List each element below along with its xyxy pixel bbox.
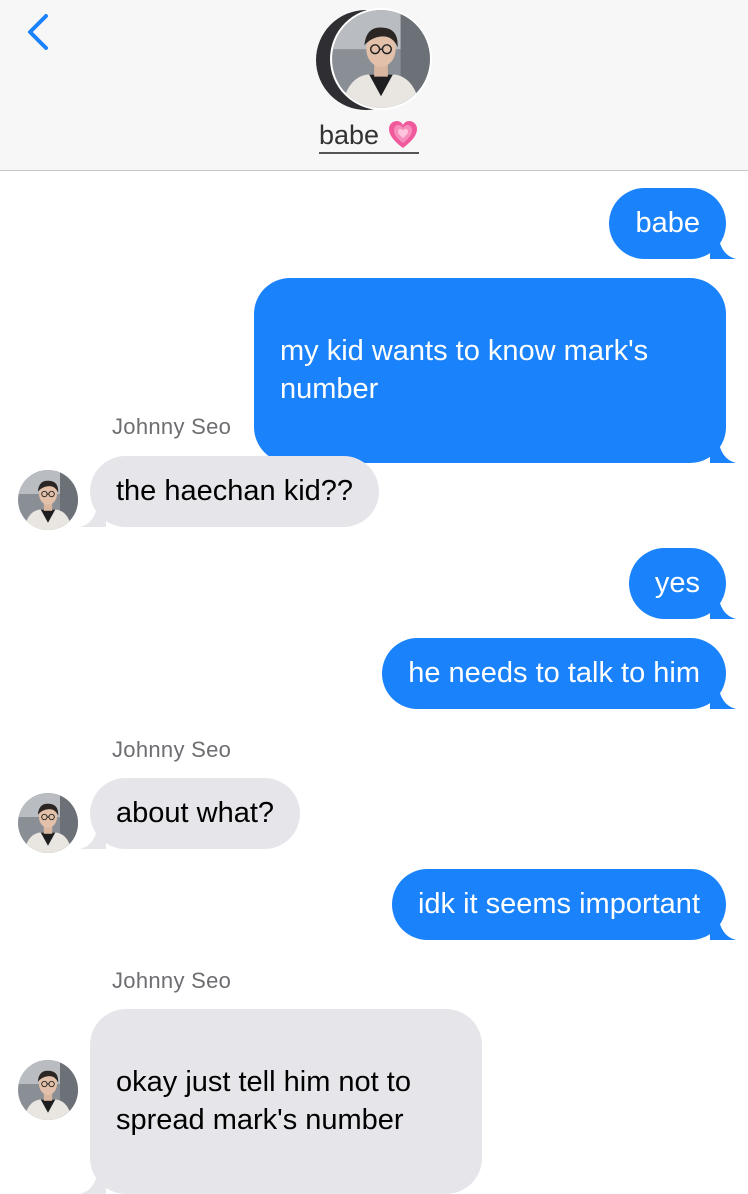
message-text: okay just tell him not to spread mark's … [116, 1066, 411, 1136]
bubble-tail [80, 1168, 106, 1194]
sent-message-bubble[interactable]: he needs to talk to him [382, 638, 736, 709]
conversation-header: babe [0, 0, 748, 171]
chevron-left-icon[interactable] [20, 8, 64, 56]
sent-message-bubble[interactable]: yes [628, 548, 736, 619]
message-text: babe [635, 207, 700, 239]
bubble-tail [710, 683, 736, 709]
received-message-bubble[interactable]: the haechan kid?? [80, 456, 380, 527]
bubble-tail [80, 823, 106, 849]
contact-name-button[interactable]: babe [319, 118, 420, 154]
message-text: yes [654, 567, 700, 599]
contact-avatar[interactable] [316, 8, 432, 112]
sent-message-bubble[interactable]: my kid wants to know mark's number [254, 278, 736, 463]
message-text: idk it seems important [417, 888, 700, 920]
received-message-bubble[interactable]: about what? [80, 778, 301, 849]
bubble-tail [80, 501, 106, 527]
contact-name: babe [319, 119, 380, 150]
message-text: my kid wants to know mark's number [280, 335, 649, 405]
bubble-tail [710, 437, 736, 463]
sender-name: Johnny Seo [112, 968, 232, 993]
bubble-tail [710, 914, 736, 940]
received-message-bubble[interactable]: okay just tell him not to spread mark's … [80, 1009, 482, 1194]
sender-avatar[interactable] [18, 793, 78, 853]
sender-avatar[interactable] [18, 470, 78, 530]
message-text: the haechan kid?? [116, 475, 354, 507]
bubble-tail [710, 233, 736, 259]
bubble-tail [710, 593, 736, 619]
sender-avatar[interactable] [18, 1060, 78, 1120]
message-text: about what? [116, 797, 275, 829]
sender-name: Johnny Seo [112, 414, 232, 439]
sent-message-bubble[interactable]: babe [609, 188, 736, 259]
growing-heart-icon [389, 121, 418, 148]
sender-name: Johnny Seo [112, 737, 232, 762]
message-text: he needs to talk to him [408, 657, 700, 689]
sent-message-bubble[interactable]: idk it seems important [391, 869, 736, 940]
